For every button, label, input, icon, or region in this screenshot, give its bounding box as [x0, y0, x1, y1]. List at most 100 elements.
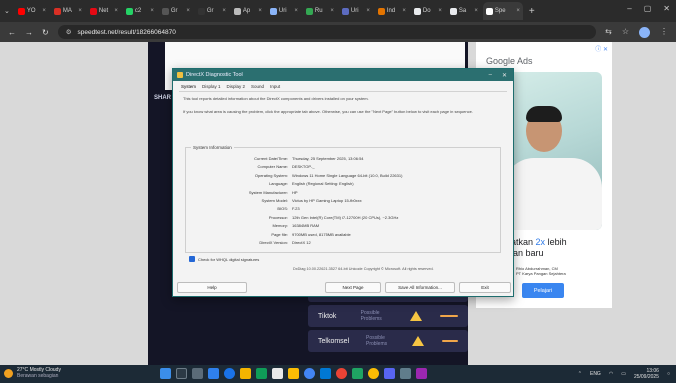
tab-favicon-icon [89, 7, 97, 15]
browser-tab[interactable]: Ap × [231, 2, 265, 20]
forward-icon[interactable]: → [25, 28, 33, 37]
bookmark-star-icon[interactable]: ☆ [622, 27, 629, 38]
browser-tab[interactable]: Uri × [339, 2, 373, 20]
help-button[interactable]: Help [177, 282, 247, 293]
language-indicator[interactable]: ENG [590, 371, 601, 377]
notification-icon[interactable]: ○ [667, 371, 670, 377]
tab-close-icon[interactable]: × [402, 8, 406, 14]
clock[interactable]: 13:06 25/09/2025 [634, 368, 659, 380]
dxdiag-tab[interactable]: System [181, 84, 196, 89]
dxdiag-tab[interactable]: Display 2 [227, 84, 246, 89]
browser-tab[interactable]: Sa × [447, 2, 481, 20]
whatsapp-icon[interactable] [352, 368, 363, 379]
dxdiag-minimize-icon[interactable]: – [489, 72, 492, 79]
tab-close-icon[interactable]: × [258, 8, 262, 14]
provider-row[interactable]: Telkomsel Possible Problems [308, 330, 468, 352]
tab-favicon-icon [449, 7, 457, 15]
tab-close-icon[interactable]: × [330, 8, 334, 14]
app-icon-yellow[interactable] [368, 368, 379, 379]
tab-favicon-icon [125, 7, 133, 15]
tab-label: Do [422, 8, 431, 14]
ad-cta-button[interactable]: Pelajari [522, 283, 564, 298]
battery-icon[interactable]: ▭ [621, 371, 626, 377]
next-page-button[interactable]: Next Page [325, 282, 381, 293]
provider-status: Possible Problems [360, 310, 382, 322]
app-icon-blue[interactable] [384, 368, 395, 379]
tab-close-icon[interactable]: × [294, 8, 298, 14]
reload-icon[interactable]: ↻ [42, 28, 49, 37]
close-window-icon[interactable]: ✕ [663, 4, 670, 13]
settings-icon[interactable] [400, 368, 411, 379]
vscode-icon[interactable] [320, 368, 331, 379]
system-info-row: DirectX Version: DirectX 12 [186, 240, 502, 248]
file-explorer-icon[interactable] [240, 368, 251, 379]
save-all-button[interactable]: Save All Information... [385, 282, 455, 293]
field-value: Thursday, 25 September 2025, 13:06:54 [292, 156, 364, 161]
dxdiag-tab[interactable]: Display 1 [202, 84, 221, 89]
system-info-row: Operating System: Windows 11 Home Single … [186, 173, 502, 181]
folder-icon[interactable] [288, 368, 299, 379]
dxdiag-titlebar[interactable]: DirectX Diagnostic Tool – ✕ [173, 69, 513, 81]
profile-avatar[interactable] [639, 26, 650, 38]
field-key: Language: [269, 181, 288, 187]
tab-close-icon[interactable]: × [186, 8, 190, 14]
tab-close-icon[interactable]: × [438, 8, 442, 14]
store-icon[interactable] [256, 368, 267, 379]
dxdiag-button-row: Help Next Page Save All Information... E… [173, 282, 515, 296]
browser-tab[interactable]: Ru × [303, 2, 337, 20]
ad-info-icon[interactable]: ⓘ ✕ [595, 44, 608, 53]
tab-close-icon[interactable]: × [114, 8, 118, 14]
browser-tab[interactable]: Net × [87, 2, 121, 20]
browser-tab[interactable]: Do × [411, 2, 445, 20]
tab-search-icon[interactable]: ⌄ [4, 7, 10, 15]
wifi-icon[interactable]: ◠ [609, 371, 613, 377]
share-label[interactable]: SHAR [154, 95, 171, 101]
mail-icon[interactable] [272, 368, 283, 379]
provider-row[interactable]: Tiktok Possible Problems [308, 305, 468, 327]
browser-tab[interactable]: Ind × [375, 2, 409, 20]
menu-kebab-icon[interactable]: ⋮ [660, 27, 668, 38]
tab-close-icon[interactable]: × [150, 8, 154, 14]
checkbox-checked-icon[interactable] [189, 256, 195, 262]
task-view-icon[interactable] [192, 368, 203, 379]
system-tray: ⌃ ENG ◠ ▭ 13:06 25/09/2025 ○ [578, 368, 670, 380]
site-info-icon[interactable]: ⚙ [66, 28, 72, 36]
new-tab-button[interactable]: + [529, 6, 535, 17]
tab-close-icon[interactable]: × [78, 8, 82, 14]
browser-tab[interactable]: Gr × [195, 2, 229, 20]
dxdiag-taskbar-icon[interactable] [416, 368, 427, 379]
browser-tab[interactable]: YO × [15, 2, 49, 20]
status-sparkline [439, 315, 459, 317]
dxdiag-tab[interactable]: Input [270, 84, 280, 89]
weather-widget[interactable]: 27°C Mostly Cloudy Berawan sebagian [4, 367, 61, 379]
whql-checkbox[interactable]: Check for WHQL digital signatures [189, 256, 259, 262]
tab-close-icon[interactable]: × [42, 8, 46, 14]
maximize-icon[interactable]: ▢ [644, 4, 652, 13]
tab-close-icon[interactable]: × [474, 8, 478, 14]
back-icon[interactable]: ← [8, 28, 16, 37]
search-icon[interactable] [176, 368, 187, 379]
dxdiag-close-icon[interactable]: ✕ [502, 72, 507, 79]
translate-icon[interactable]: ⇆ [605, 27, 612, 38]
app-icon-red[interactable] [336, 368, 347, 379]
chrome-icon[interactable] [304, 368, 315, 379]
tab-favicon-icon [233, 7, 241, 15]
start-icon[interactable] [160, 368, 171, 379]
widgets-icon[interactable] [208, 368, 219, 379]
browser-tab[interactable]: Uri × [267, 2, 301, 20]
browser-tab[interactable]: Gr × [159, 2, 193, 20]
edge-icon[interactable] [224, 368, 235, 379]
minimize-icon[interactable]: – [627, 4, 631, 13]
tray-chevron-icon[interactable]: ⌃ [578, 371, 582, 377]
address-bar[interactable]: ⚙ speedtest.net/result/18266064870 [57, 25, 597, 39]
tab-close-icon[interactable]: × [366, 8, 370, 14]
dxdiag-tab[interactable]: Sound [251, 84, 264, 89]
browser-tab[interactable]: c2 × [123, 2, 157, 20]
exit-button[interactable]: Exit [459, 282, 511, 293]
tab-close-icon[interactable]: × [222, 8, 226, 14]
browser-tab[interactable]: Spe × [482, 2, 523, 20]
field-value: Windows 11 Home Single Language 64-bit (… [292, 172, 403, 178]
browser-tab[interactable]: MA × [51, 2, 85, 20]
tab-close-icon[interactable]: × [516, 8, 520, 14]
weather-sub: Berawan sebagian [17, 373, 59, 379]
